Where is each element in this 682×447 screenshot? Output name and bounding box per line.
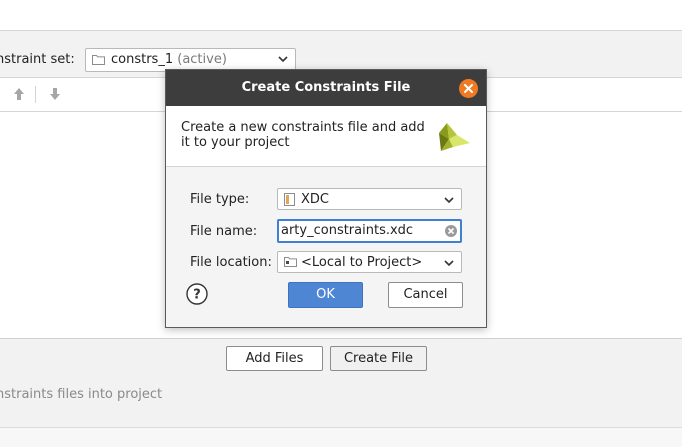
folder-icon — [92, 55, 105, 65]
create-file-button[interactable]: Create File — [330, 346, 427, 371]
dialog-title: Create Constraints File — [241, 80, 411, 95]
create-constraints-dialog: Create Constraints File Create a new con… — [165, 69, 487, 328]
file-name-label: File name: — [190, 224, 258, 239]
svg-text:?: ? — [193, 288, 201, 303]
file-location-value: <Local to Project> — [301, 255, 423, 270]
file-name-value: arty_constraints.xdc — [281, 223, 414, 238]
file-location-select[interactable]: <Local to Project> — [277, 251, 462, 273]
chevron-down-icon — [444, 197, 454, 204]
move-up-icon[interactable] — [13, 87, 25, 101]
help-icon[interactable]: ? — [186, 283, 208, 305]
xdc-file-icon — [284, 193, 295, 206]
file-type-label-text: File type: — [190, 192, 250, 207]
chevron-down-icon — [278, 56, 288, 63]
close-icon — [464, 84, 473, 93]
toolbar-divider — [35, 86, 36, 103]
file-name-input[interactable]: arty_constraints.xdc — [277, 219, 462, 243]
vivado-logo-icon — [439, 123, 470, 151]
wizard-footer — [0, 428, 682, 447]
dialog-title-bar[interactable]: Create Constraints File — [166, 70, 486, 106]
clear-icon[interactable] — [444, 224, 458, 238]
hint-text: nstraints files into project — [0, 387, 163, 402]
close-button[interactable] — [459, 79, 478, 98]
constraint-set-status: (active) — [177, 52, 227, 67]
chevron-down-icon — [444, 260, 454, 267]
constraint-set-value: constrs_1 — [111, 52, 174, 67]
file-type-select[interactable]: XDC — [277, 188, 462, 210]
constraint-set-label: nstraint set: — [0, 52, 75, 67]
file-location-label: File location: — [190, 255, 272, 270]
move-down-icon[interactable] — [49, 87, 61, 101]
dialog-description-area: Create a new constraints file and add it… — [166, 106, 486, 167]
cancel-button[interactable]: Cancel — [388, 282, 463, 308]
wizard-header — [0, 0, 682, 31]
file-type-label: File type: — [190, 192, 249, 207]
ok-button[interactable]: OK — [288, 282, 363, 308]
folder-icon — [284, 257, 297, 267]
add-files-button[interactable]: Add Files — [226, 346, 323, 371]
dialog-description: Create a new constraints file and add it… — [181, 120, 425, 150]
file-type-value: XDC — [301, 192, 329, 207]
